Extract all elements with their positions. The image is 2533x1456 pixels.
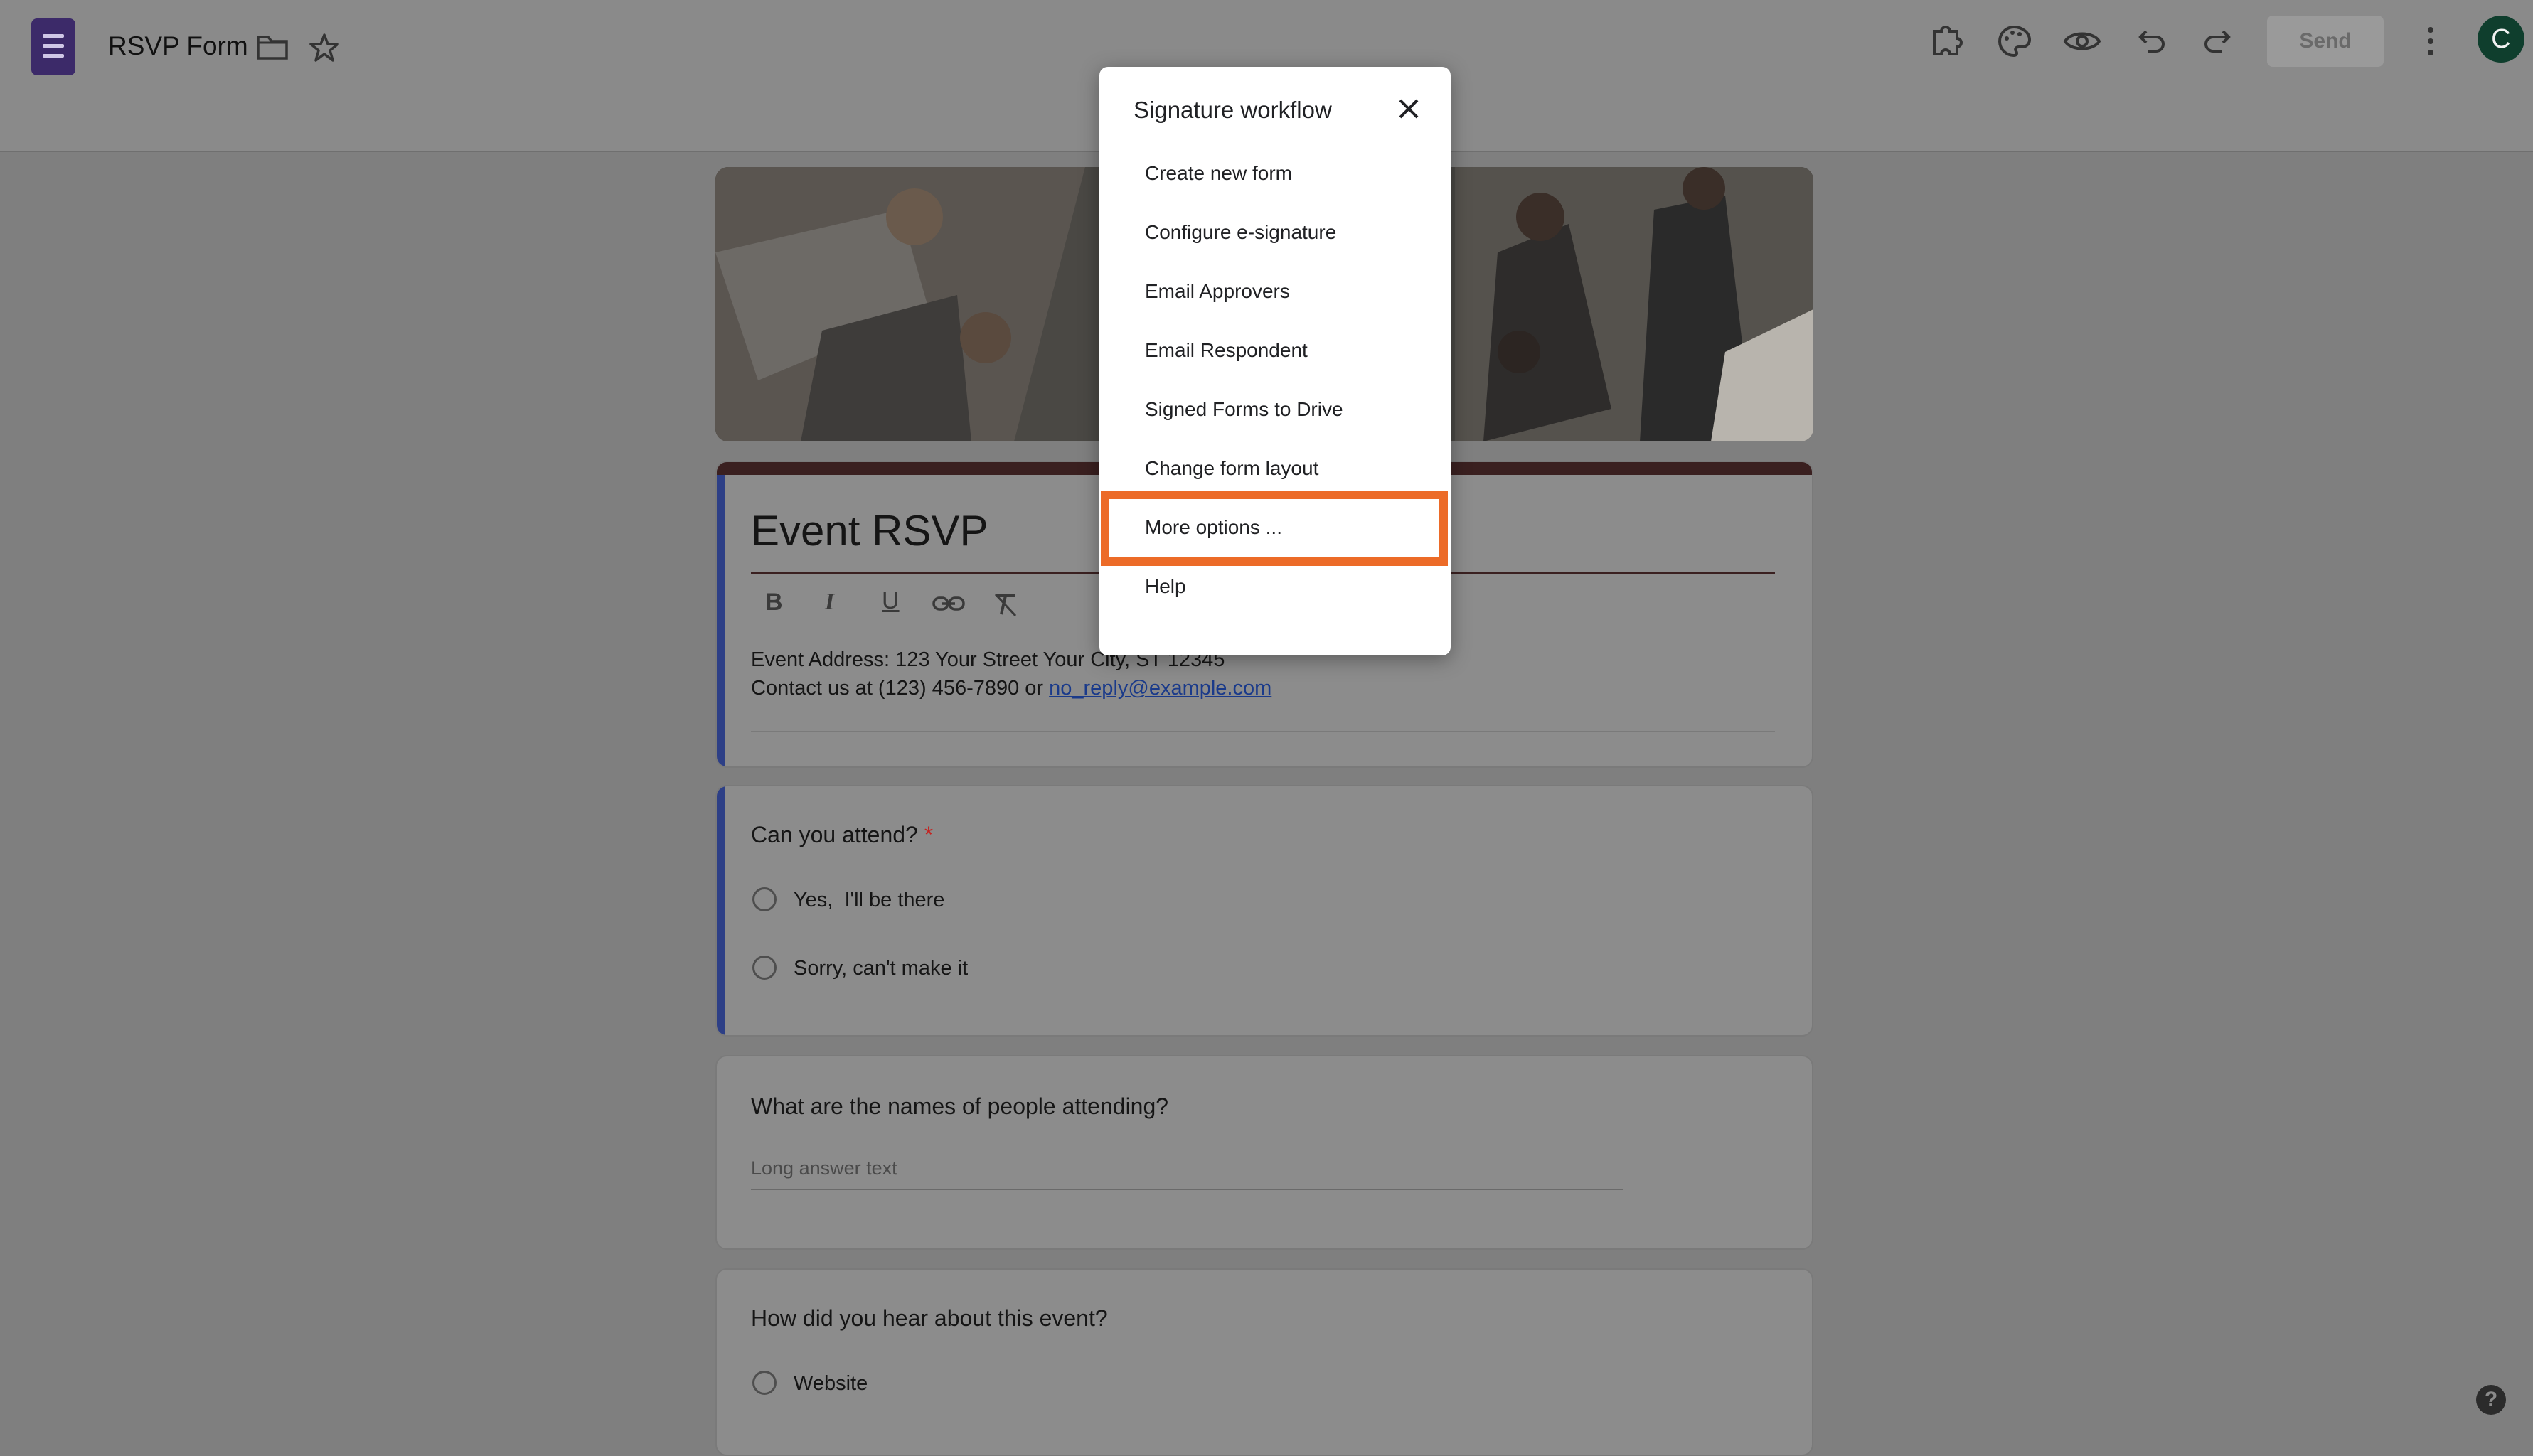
question-title-names[interactable]: What are the names of people attending?	[751, 1093, 1168, 1120]
more-vert-icon[interactable]	[2416, 21, 2445, 61]
preview-eye-icon[interactable]	[2057, 16, 2108, 67]
menu-item-signed-forms-to-drive[interactable]: Signed Forms to Drive	[1145, 398, 1343, 421]
option-yes-label: Yes, I'll be there	[794, 889, 945, 911]
email-link[interactable]: no_reply@example.com	[1049, 677, 1271, 700]
question-title-attend[interactable]: Can you attend? *	[751, 822, 933, 848]
send-button[interactable]: Send	[2267, 16, 2384, 67]
long-answer-placeholder: Long answer text	[751, 1157, 897, 1179]
highlight-box	[1101, 491, 1448, 566]
question-title-hear[interactable]: How did you hear about this event?	[751, 1305, 1108, 1332]
undo-icon[interactable]	[2125, 16, 2176, 67]
star-icon[interactable]	[309, 33, 340, 63]
signature-workflow-dialog: Signature workflow Create new form Confi…	[1099, 67, 1451, 655]
question-card-names[interactable]	[715, 1055, 1813, 1250]
question-card-hear[interactable]	[715, 1268, 1813, 1456]
account-avatar[interactable]: C	[2478, 16, 2524, 63]
required-asterisk: *	[924, 822, 934, 847]
folder-icon[interactable]	[256, 33, 289, 61]
clear-formatting-icon[interactable]	[991, 590, 1020, 619]
option-no-label: Sorry, can't make it	[794, 957, 969, 980]
italic-icon[interactable]: I	[825, 589, 834, 616]
form-title-heading[interactable]: Event RSVP	[751, 506, 988, 555]
menu-item-email-approvers[interactable]: Email Approvers	[1145, 280, 1290, 303]
form-title[interactable]: RSVP Form	[108, 31, 248, 61]
radio-no[interactable]	[752, 956, 777, 980]
menu-item-create-new-form[interactable]: Create new form	[1145, 162, 1292, 185]
radio-website[interactable]	[752, 1371, 777, 1395]
menu-item-help[interactable]: Help	[1145, 575, 1186, 598]
link-icon[interactable]	[932, 592, 966, 616]
menu-item-email-respondent[interactable]: Email Respondent	[1145, 339, 1308, 362]
redo-icon[interactable]	[2193, 16, 2244, 67]
menu-item-change-form-layout[interactable]: Change form layout	[1145, 457, 1318, 480]
underline-icon[interactable]: U	[882, 587, 900, 615]
close-icon[interactable]	[1391, 91, 1427, 127]
bold-icon[interactable]: B	[765, 589, 783, 616]
help-button[interactable]: ?	[2476, 1385, 2506, 1415]
long-answer-underline	[751, 1189, 1623, 1190]
menu-item-configure-e-signature[interactable]: Configure e-signature	[1145, 221, 1336, 244]
form-description-line2[interactable]: Contact us at (123) 456-7890 or no_reply…	[751, 674, 1271, 703]
description-underline	[751, 731, 1775, 732]
forms-logo-icon[interactable]	[31, 18, 75, 75]
addons-puzzle-icon[interactable]	[1920, 16, 1971, 67]
palette-icon[interactable]	[1988, 16, 2039, 67]
option-website-label: Website	[794, 1372, 868, 1395]
radio-yes[interactable]	[752, 887, 777, 911]
contact-text: Contact us at (123) 456-7890 or	[751, 677, 1050, 700]
dialog-title: Signature workflow	[1134, 97, 1332, 123]
